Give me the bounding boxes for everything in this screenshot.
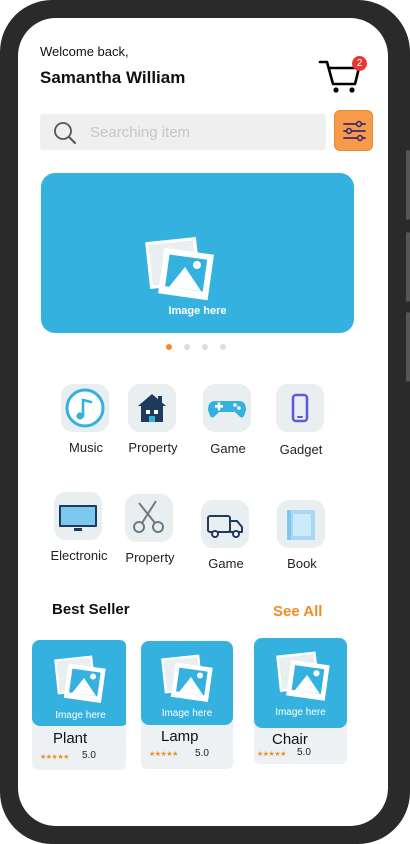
cart-count-badge: 2 <box>352 56 367 71</box>
product-rating: 5.0 <box>297 747 311 758</box>
promo-banner[interactable]: Image here <box>41 173 354 333</box>
product-image: Image here <box>141 641 233 725</box>
user-name: Samantha William <box>40 68 186 87</box>
scissors-icon <box>133 500 164 533</box>
product-rating: 5.0 <box>82 750 96 761</box>
phone-side-button <box>406 232 410 302</box>
product-name: Chair <box>272 731 308 748</box>
category-label: Gadget <box>279 442 323 457</box>
app-screen: Welcome back, Samantha William 2 Searchi… <box>18 18 388 826</box>
filter-button[interactable] <box>334 110 373 151</box>
category-book[interactable]: Book <box>257 500 347 580</box>
category-tile <box>125 494 173 542</box>
truck-icon <box>207 515 243 538</box>
category-tile <box>276 384 324 432</box>
see-all-link[interactable]: See All <box>273 603 322 620</box>
image-placeholder-icon <box>276 651 330 701</box>
product-image: Image here <box>32 640 126 726</box>
category-tile <box>128 384 176 432</box>
search-bar[interactable] <box>40 114 326 150</box>
gamepad-icon <box>208 401 246 418</box>
product-image-caption: Image here <box>55 710 106 721</box>
product-image-caption: Image here <box>161 708 213 719</box>
phone-frame: Welcome back, Samantha William 2 Searchi… <box>0 0 410 844</box>
carousel-dot-active[interactable] <box>166 344 172 350</box>
product-name: Lamp <box>161 728 199 745</box>
product-image-caption: Image here <box>275 707 326 718</box>
welcome-text: Welcome back, <box>40 44 129 59</box>
category-label: Book <box>287 556 317 571</box>
category-tile <box>203 384 251 432</box>
phone-side-button <box>406 150 410 220</box>
house-icon <box>138 394 166 422</box>
rating-stars-icon: ★★★★★ <box>149 751 178 758</box>
product-card-plant[interactable]: Image here Plant ★★★★★ 5.0 <box>32 640 126 770</box>
search-icon <box>54 122 76 144</box>
monitor-icon <box>59 505 97 531</box>
phone-icon <box>291 393 309 423</box>
image-placeholder-icon <box>54 655 106 703</box>
music-icon <box>65 388 105 428</box>
category-gadget[interactable]: Gadget <box>256 384 346 464</box>
category-tile <box>54 492 102 540</box>
product-rating: 5.0 <box>195 748 209 759</box>
image-placeholder-icon <box>161 654 213 702</box>
product-card-chair[interactable]: Image here Chair ★★★★★ 5.0 <box>254 638 347 764</box>
product-image: Image here <box>254 638 347 728</box>
rating-stars-icon: ★★★★★ <box>257 751 286 758</box>
phone-side-button <box>406 312 410 382</box>
book-icon <box>287 510 315 540</box>
product-card-lamp[interactable]: Image here Lamp ★★★★★ 5.0 <box>141 641 233 769</box>
search-input[interactable] <box>90 119 310 145</box>
carousel-dot[interactable] <box>220 344 226 350</box>
banner-caption: Image here <box>168 305 227 317</box>
product-name: Plant <box>53 730 88 747</box>
category-tile <box>201 500 249 548</box>
best-seller-title: Best Seller <box>52 601 130 618</box>
category-tile <box>61 384 109 432</box>
carousel-dot[interactable] <box>202 344 208 350</box>
rating-stars-icon: ★★★★★ <box>40 754 69 761</box>
carousel-dot[interactable] <box>184 344 190 350</box>
sliders-icon <box>343 120 366 142</box>
category-tile <box>277 500 325 548</box>
image-placeholder-icon <box>145 236 214 301</box>
